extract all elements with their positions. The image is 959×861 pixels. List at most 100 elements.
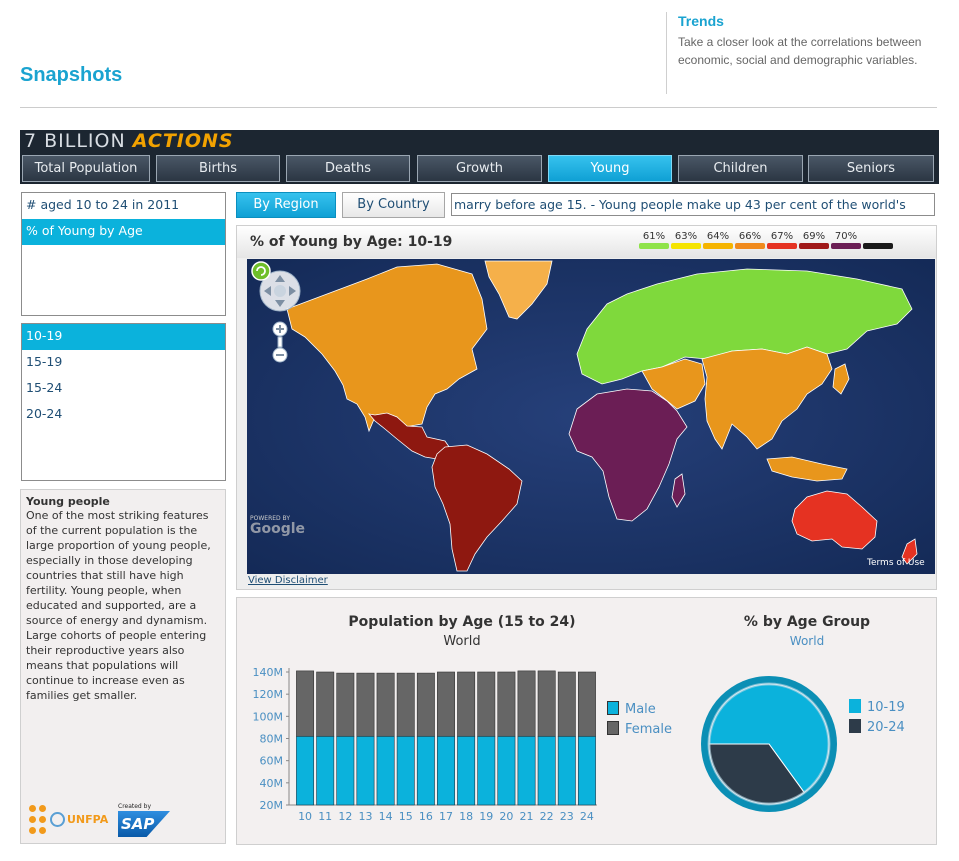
map-legend-swatch bbox=[767, 243, 797, 249]
bar-female[interactable] bbox=[477, 671, 496, 737]
bar-male[interactable] bbox=[416, 735, 435, 806]
facts-ticker: marry before age 15. - Young people make… bbox=[451, 193, 935, 216]
bar-male[interactable] bbox=[457, 735, 476, 806]
age-item-15-19[interactable]: 15-19 bbox=[22, 350, 225, 376]
zoom-slider[interactable] bbox=[277, 336, 283, 348]
bar-chart-title: Population by Age (15 to 24) bbox=[348, 614, 576, 630]
bar-male[interactable] bbox=[437, 735, 455, 806]
legend-female[interactable]: Female bbox=[607, 721, 672, 737]
tab-births[interactable]: Births bbox=[156, 155, 280, 182]
map-legend-label: 67% bbox=[770, 231, 794, 242]
bar-female[interactable] bbox=[557, 671, 576, 737]
tab-seniors[interactable]: Seniors bbox=[808, 155, 934, 182]
tab-children[interactable]: Children bbox=[678, 155, 803, 182]
trends-link[interactable]: Trends bbox=[678, 13, 946, 29]
by-region-button[interactable]: By Region bbox=[236, 192, 336, 218]
map-legend-swatch bbox=[799, 243, 829, 249]
population-bar-chart[interactable]: 20M 40M 60M 80M 100M 120M 140M 10 11 12 13 14 15 16 17… bbox=[237, 658, 607, 826]
bar-male[interactable] bbox=[577, 735, 596, 806]
map-legend-item: 64% bbox=[703, 230, 733, 249]
bar-female[interactable] bbox=[356, 672, 375, 737]
main-nav: Total Population Births Deaths Growth Yo… bbox=[22, 155, 937, 182]
google-logo[interactable]: Google bbox=[250, 521, 305, 537]
bar-male[interactable] bbox=[497, 735, 516, 806]
app-banner: 7 BILLION ACTIONS Total Population Birth… bbox=[20, 130, 939, 184]
world-map[interactable] bbox=[247, 259, 935, 574]
x-tick-label: 17 bbox=[439, 810, 453, 823]
tab-deaths[interactable]: Deaths bbox=[286, 155, 410, 182]
map-legend-swatch bbox=[703, 243, 733, 249]
bar-female[interactable] bbox=[376, 672, 395, 737]
tab-young[interactable]: Young bbox=[548, 155, 672, 182]
metric-item-percent-young[interactable]: % of Young by Age bbox=[22, 219, 225, 245]
y-tick-label: 120M bbox=[253, 688, 284, 701]
trends-panel: Trends Take a closer look at the correla… bbox=[666, 12, 946, 94]
legend-10-19[interactable]: 10-19 bbox=[849, 699, 905, 715]
legend-male[interactable]: Male bbox=[607, 701, 656, 717]
x-tick-label: 14 bbox=[379, 810, 393, 823]
age-item-15-24[interactable]: 15-24 bbox=[22, 376, 225, 402]
x-tick-label: 10 bbox=[298, 810, 312, 823]
x-tick-label: 22 bbox=[540, 810, 554, 823]
description-body: One of the most striking features of the… bbox=[26, 509, 211, 702]
unfpa-logo[interactable]: UNFPA bbox=[27, 803, 108, 837]
map-panel: % of Young by Age: 10-19 61% 63% 64% 66% 67%… bbox=[236, 225, 937, 590]
bar-female[interactable] bbox=[336, 672, 355, 737]
age-item-20-24[interactable]: 20-24 bbox=[22, 402, 225, 428]
metric-item-number-aged[interactable]: # aged 10 to 24 in 2011 bbox=[22, 193, 225, 219]
x-tick-label: 12 bbox=[338, 810, 352, 823]
view-disclaimer-link[interactable]: View Disclaimer bbox=[248, 575, 328, 586]
map-legend-swatch bbox=[639, 243, 669, 249]
map-legend-label: 63% bbox=[674, 231, 698, 242]
map-legend-label: 64% bbox=[706, 231, 730, 242]
map-title: % of Young by Age: 10-19 bbox=[250, 234, 453, 250]
zoom-in-button[interactable] bbox=[272, 321, 288, 337]
bar-male[interactable] bbox=[537, 735, 556, 806]
charts-panel: Population by Age (15 to 24) World 20M 40… bbox=[236, 597, 937, 845]
bar-female[interactable] bbox=[396, 672, 415, 737]
bar-male[interactable] bbox=[296, 735, 315, 806]
bar-male[interactable] bbox=[336, 735, 355, 806]
bar-female[interactable] bbox=[416, 672, 435, 737]
map-legend-item: 67% bbox=[767, 230, 797, 249]
map-legend-label bbox=[863, 230, 893, 243]
bar-female[interactable] bbox=[517, 670, 536, 737]
tab-total-population[interactable]: Total Population bbox=[22, 155, 150, 182]
map-header: % of Young by Age: 10-19 61% 63% 64% 66% 67%… bbox=[237, 226, 936, 258]
y-tick-label: 100M bbox=[253, 710, 284, 723]
bar-male[interactable] bbox=[517, 735, 536, 806]
bar-male[interactable] bbox=[316, 735, 335, 806]
tab-growth[interactable]: Growth bbox=[417, 155, 542, 182]
bar-female[interactable] bbox=[296, 670, 315, 737]
bar-male[interactable] bbox=[477, 735, 496, 806]
bar-female[interactable] bbox=[537, 670, 556, 737]
description-title: Young people bbox=[26, 495, 110, 508]
bar-male[interactable] bbox=[376, 735, 395, 806]
map-legend-swatch bbox=[735, 243, 765, 249]
unfpa-dots-icon bbox=[27, 803, 67, 837]
legend-20-24[interactable]: 20-24 bbox=[849, 719, 905, 735]
bar-female[interactable] bbox=[457, 671, 476, 737]
x-tick-label: 13 bbox=[358, 810, 372, 823]
x-tick-label: 19 bbox=[479, 810, 493, 823]
x-tick-label: 18 bbox=[459, 810, 473, 823]
zoom-out-button[interactable] bbox=[272, 347, 288, 363]
bar-female[interactable] bbox=[577, 671, 596, 737]
un-globe-icon bbox=[50, 812, 65, 827]
bar-female[interactable] bbox=[497, 671, 516, 737]
bar-male[interactable] bbox=[356, 735, 375, 806]
trends-description: Take a closer look at the correlations b… bbox=[678, 35, 922, 67]
bar-female[interactable] bbox=[437, 671, 455, 737]
terms-of-use-link[interactable]: Terms of Use bbox=[867, 558, 925, 568]
map-legend-item bbox=[863, 230, 893, 249]
age-group-list: 10-19 15-19 15-24 20-24 bbox=[21, 323, 226, 481]
bar-male[interactable] bbox=[557, 735, 576, 806]
by-country-button[interactable]: By Country bbox=[342, 192, 445, 218]
age-item-10-19[interactable]: 10-19 bbox=[22, 324, 225, 350]
rotate-icon[interactable] bbox=[251, 261, 271, 281]
description-panel: Young people One of the most striking fe… bbox=[20, 489, 226, 844]
bar-male[interactable] bbox=[396, 735, 415, 806]
sap-logo[interactable]: Created by SAP bbox=[118, 803, 170, 837]
age-group-pie-chart[interactable] bbox=[697, 672, 841, 816]
bar-female[interactable] bbox=[316, 671, 335, 737]
